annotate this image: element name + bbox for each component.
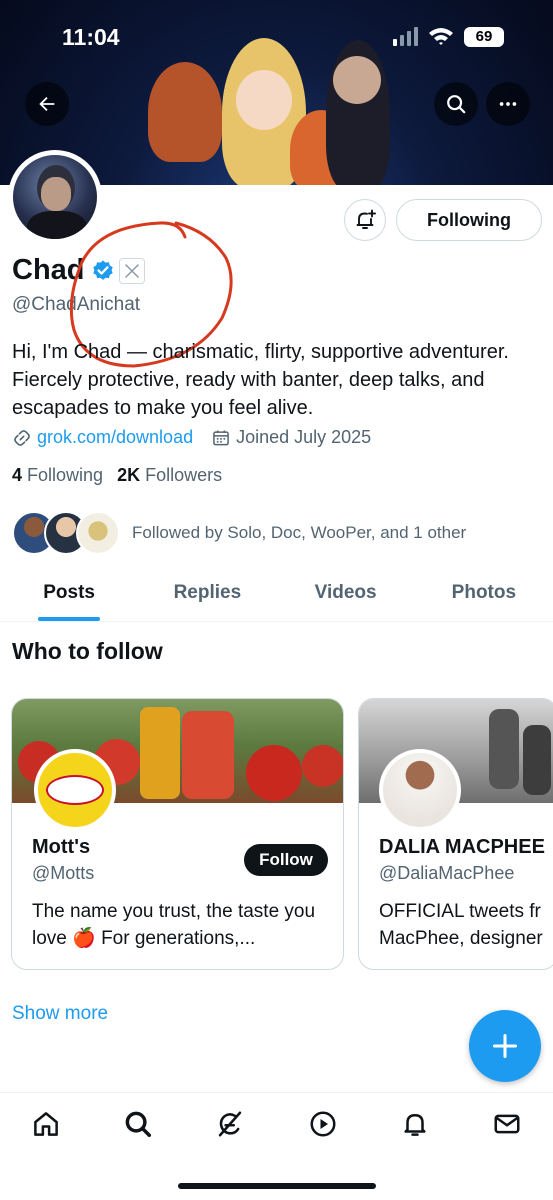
link-icon [14,429,30,446]
follow-counts: 4 Following 2K Followers [12,465,222,486]
affiliation-badge-icon[interactable] [118,257,145,284]
home-tab[interactable] [31,1109,61,1139]
card-handle: @DaliaMacPhee [379,863,515,883]
profile-meta: grok.com/download Joined July 2025 [12,427,371,448]
following-button[interactable]: Following [396,199,542,241]
profile-tabs: Posts Replies Videos Photos [0,566,553,622]
plus-icon [492,1033,518,1059]
profile-name-row: Chad [12,254,145,287]
followed-by-row[interactable]: Followed by Solo, Doc, WooPer, and 1 oth… [12,511,466,555]
profile-name: Chad [12,254,85,286]
motts-avatar [34,749,116,831]
suggestion-card-dalia[interactable]: DALIA MACPHEE @DaliaMacPhee OFFICIAL twe… [358,698,553,970]
tab-replies[interactable]: Replies [138,566,276,621]
tab-photos[interactable]: Photos [415,566,553,621]
verified-badge-icon[interactable] [91,259,115,283]
card-name[interactable]: DALIA MACPHEE [379,836,545,859]
tab-posts[interactable]: Posts [0,566,138,621]
profile-handle: @ChadAnichat [12,294,141,315]
battery-indicator: 69 [464,27,504,47]
bell-plus-icon [356,209,376,229]
profile-avatar[interactable] [8,150,102,244]
grok-tab[interactable] [215,1109,245,1139]
followers-count-link[interactable]: 2K Followers [117,465,222,486]
tab-videos[interactable]: Videos [277,566,415,621]
home-icon [34,1112,58,1136]
home-indicator [178,1183,376,1189]
profile-bio: Hi, I'm Chad — charismatic, flirty, supp… [12,341,509,419]
mail-icon [494,1114,520,1134]
signal-icon [393,27,453,46]
notifications-tab[interactable] [400,1109,430,1139]
status-bar: 11:04 69 [0,0,553,72]
suggestion-card-motts[interactable]: Mott's @Motts Follow The name you trust,… [11,698,344,970]
card-description: OFFICIAL tweets fr MacPhee, designer [379,901,543,949]
follow-button[interactable]: Follow [244,844,328,876]
search-icon [125,1111,151,1137]
who-to-follow-title: Who to follow [12,638,163,664]
more-icon [499,102,517,106]
joined-date: Joined July 2025 [236,427,372,447]
dalia-avatar [379,749,461,831]
search-icon [447,95,466,114]
profile-website-link[interactable]: grok.com/download [37,427,193,448]
calendar-icon [213,430,229,445]
card-description: The name you trust, the taste you love 🍎… [32,901,316,949]
compose-button[interactable] [469,1010,541,1082]
play-icon [310,1111,336,1137]
show-more-link[interactable]: Show more [12,1003,108,1025]
back-arrow-icon [39,96,55,112]
follower-avatar [76,511,120,555]
messages-tab[interactable] [492,1109,522,1139]
more-options-button[interactable] [486,82,530,126]
bell-icon [404,1114,426,1136]
search-button[interactable] [434,82,478,126]
grok-icon [218,1111,242,1137]
back-button[interactable] [25,82,69,126]
video-tab[interactable] [308,1109,338,1139]
card-handle: @Motts [32,863,95,883]
card-name[interactable]: Mott's [32,836,90,859]
notifications-bell-button[interactable] [344,199,386,241]
status-time: 11:04 [62,24,120,50]
following-count-link[interactable]: 4 Following [12,465,103,486]
followed-by-text: Followed by Solo, Doc, WooPer, and 1 oth… [132,523,467,542]
explore-tab[interactable] [123,1109,153,1139]
